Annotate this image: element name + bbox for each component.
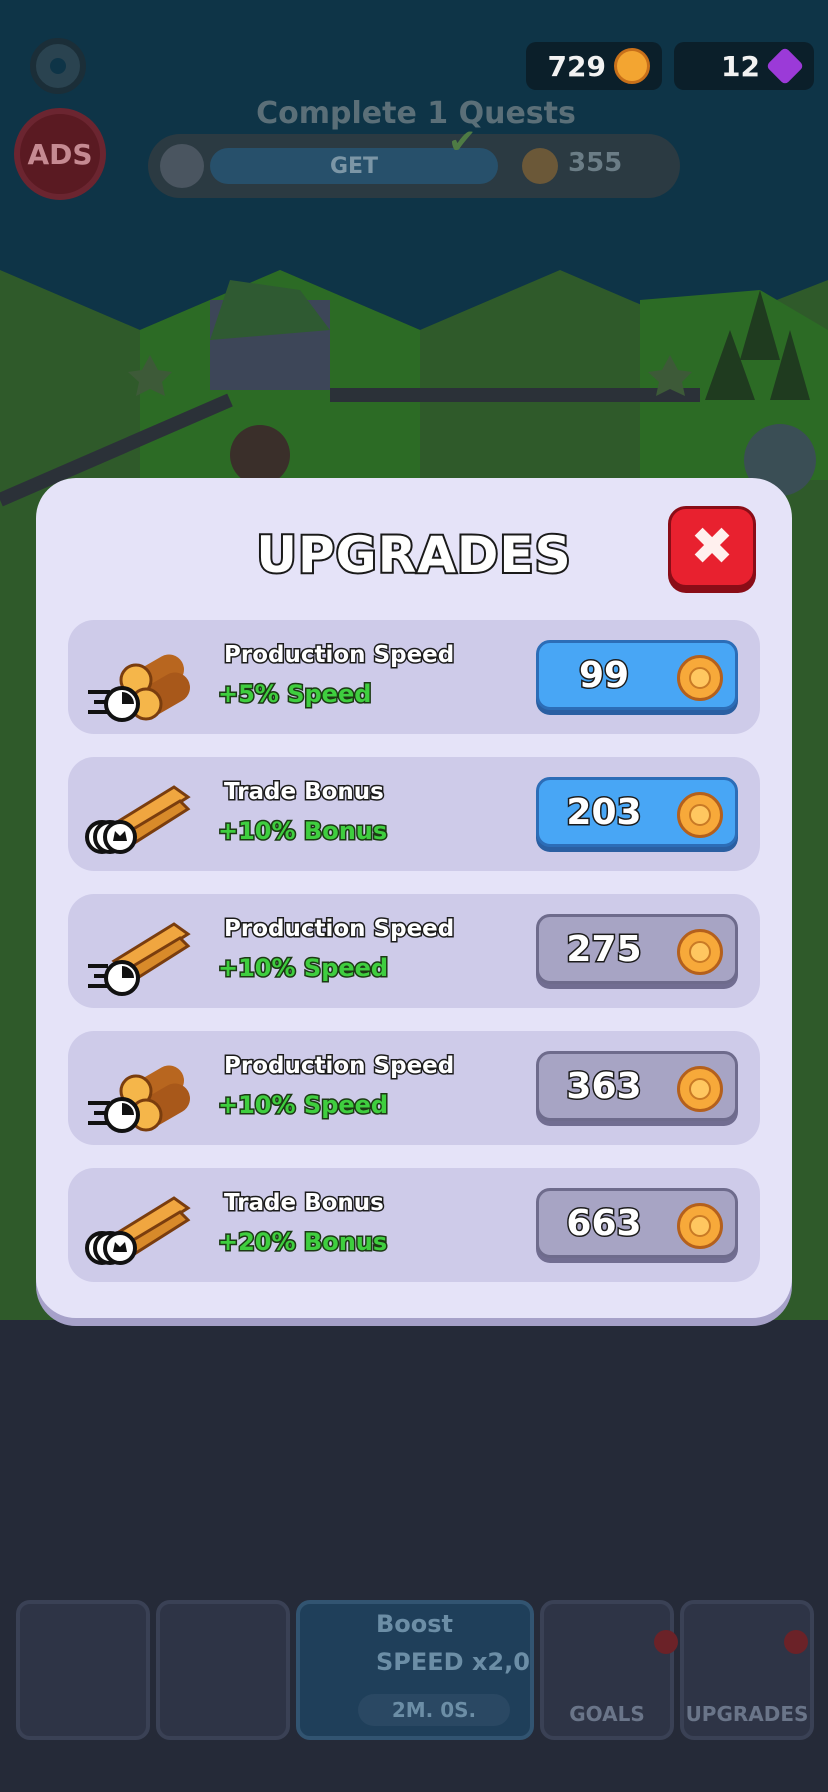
coin-icon: [677, 1203, 723, 1249]
upgrade-name: Production Speed: [222, 641, 455, 670]
logs-speed-icon: [84, 632, 194, 722]
upgrades-dialog: UPGRADES ✖ Production Speed +5% Speed 99: [36, 478, 792, 1318]
upgrade-bonus: +20% Bonus: [216, 1227, 388, 1258]
upgrade-row: Production Speed +10% Speed 275: [68, 894, 760, 1008]
upgrade-price: 363: [565, 1065, 643, 1109]
coin-icon: [677, 792, 723, 838]
upgrade-row: Production Speed +10% Speed 363: [68, 1031, 760, 1145]
buy-upgrade-button[interactable]: 275: [536, 914, 738, 984]
coin-icon: [677, 655, 723, 701]
buy-upgrade-button[interactable]: 203: [536, 777, 738, 847]
close-icon: ✖: [690, 517, 734, 577]
upgrade-row: Trade Bonus +20% Bonus 663: [68, 1168, 760, 1282]
upgrade-price: 99: [577, 654, 630, 698]
upgrade-bonus: +10% Speed: [216, 1090, 389, 1121]
upgrade-price: 663: [565, 1202, 643, 1246]
upgrade-price: 203: [565, 791, 643, 835]
upgrade-name: Production Speed: [222, 915, 455, 944]
upgrade-name: Trade Bonus: [223, 1189, 386, 1218]
planks-coins-icon: [84, 1180, 194, 1270]
upgrade-price: 275: [565, 928, 643, 972]
upgrade-name: Trade Bonus: [223, 778, 386, 807]
buy-upgrade-button[interactable]: 363: [536, 1051, 738, 1121]
upgrade-row: Trade Bonus +10% Bonus 203: [68, 757, 760, 871]
buy-upgrade-button[interactable]: 99: [536, 640, 738, 710]
planks-speed-icon: [84, 906, 194, 996]
buy-upgrade-button[interactable]: 663: [536, 1188, 738, 1258]
upgrade-bonus: +10% Bonus: [216, 816, 388, 847]
logs-speed-icon: [84, 1043, 194, 1133]
upgrade-bonus: +10% Speed: [216, 953, 389, 984]
upgrade-name: Production Speed: [222, 1052, 455, 1081]
coin-icon: [677, 1066, 723, 1112]
upgrade-bonus: +5% Speed: [216, 679, 372, 710]
upgrade-row: Production Speed +5% Speed 99: [68, 620, 760, 734]
close-button[interactable]: ✖: [668, 506, 756, 588]
planks-coins-icon: [84, 769, 194, 859]
coin-icon: [677, 929, 723, 975]
